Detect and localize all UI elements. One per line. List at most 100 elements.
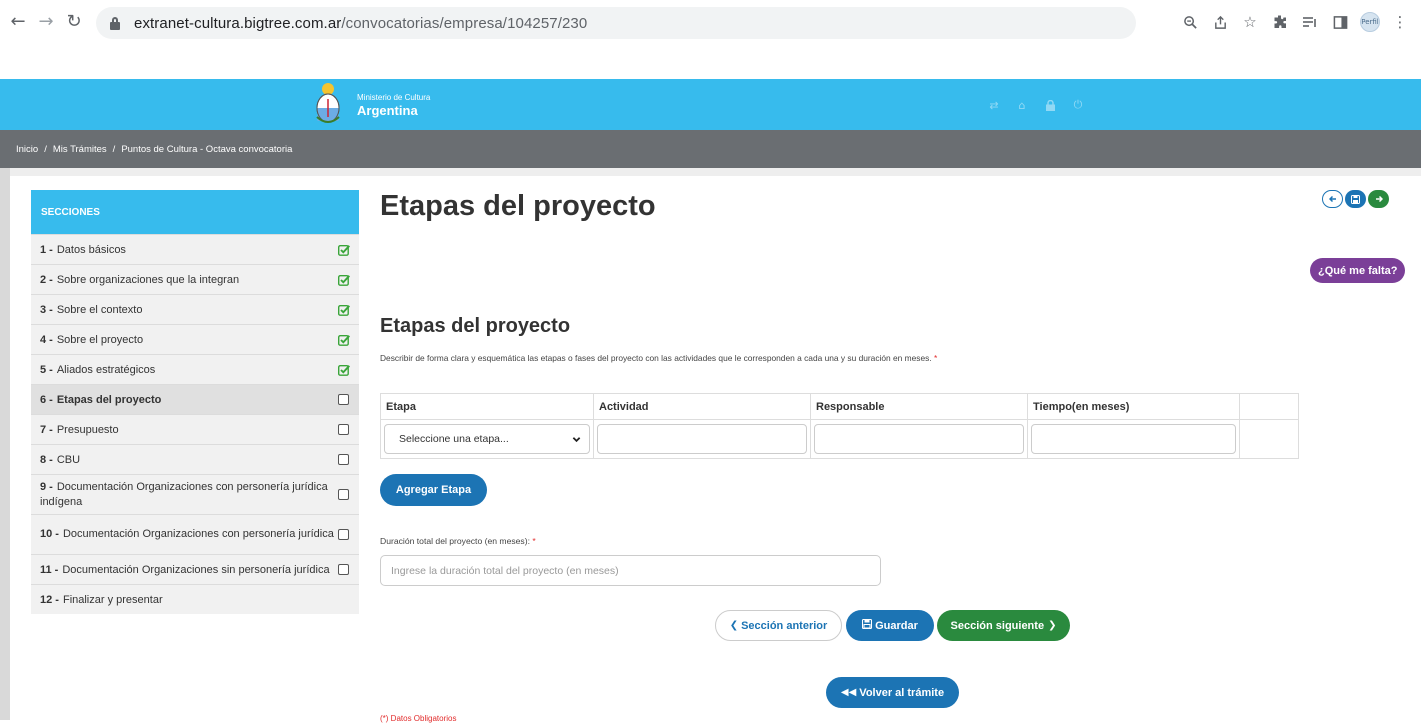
save-button[interactable]: Guardar bbox=[846, 610, 934, 641]
power-icon[interactable]: ⏻ bbox=[1071, 98, 1085, 112]
back-arrow-icon[interactable]: ← bbox=[8, 11, 28, 32]
sidebar-item[interactable]: 10 - Documentación Organizaciones con per… bbox=[31, 514, 359, 554]
sidebar-item-number: 11 - bbox=[40, 563, 59, 576]
column-actividad: Actividad bbox=[593, 393, 811, 420]
breadcrumb-separator: / bbox=[44, 143, 47, 155]
sidebar-item-label: Presupuesto bbox=[56, 423, 119, 436]
zoom-icon[interactable] bbox=[1175, 11, 1205, 33]
duration-input[interactable]: Ingrese la duración total del proyecto (… bbox=[380, 555, 881, 586]
country-name: Argentina bbox=[357, 103, 418, 118]
sidebar-item-number: 10 - bbox=[40, 528, 59, 540]
table-row: Seleccione una etapa... bbox=[380, 419, 1299, 459]
sidebar-item[interactable]: 12 - Finalizar y presentar bbox=[31, 584, 359, 614]
sidebar-item-label: Sobre el contexto bbox=[56, 303, 143, 316]
actions-cell bbox=[1239, 419, 1299, 459]
responsable-cell bbox=[810, 419, 1028, 459]
required-mark: * bbox=[934, 353, 938, 363]
switch-icon[interactable]: ⇄ bbox=[987, 98, 1001, 112]
sidebar-item-number: 7 - bbox=[40, 423, 53, 436]
sidebar-item-label: Sobre organizaciones que la integran bbox=[56, 273, 240, 286]
sidebar-item[interactable]: 9 - Documentación Organizaciones con pers… bbox=[31, 474, 359, 514]
duration-label: Duración total del proyecto (en meses): … bbox=[380, 536, 536, 546]
sidebar-item[interactable]: 11 - Documentación Organizaciones sin per… bbox=[31, 554, 359, 584]
sidebar-item-text: 6 - Etapas del proyecto bbox=[40, 394, 161, 406]
sidebar-item[interactable]: 7 - Presupuesto bbox=[31, 414, 359, 444]
address-bar[interactable]: extranet-cultura.bigtree.com.ar/convocat… bbox=[96, 7, 1136, 39]
lock-icon[interactable] bbox=[108, 16, 122, 30]
sidebar-item-text: 7 - Presupuesto bbox=[40, 424, 119, 436]
sidebar-item-label: Documentación Organizaciones sin persone… bbox=[62, 563, 330, 576]
description-text: Describir de forma clara y esquemática l… bbox=[380, 353, 932, 363]
sections-sidebar: SECCIONES 1 - Datos básicos 2 - Sobre organ… bbox=[31, 190, 359, 614]
site-header: Ministerio de Cultura Argentina ⇄ ⌂ ⏻ bbox=[0, 79, 1421, 130]
sidebar-item-label: CBU bbox=[56, 453, 81, 466]
column-responsable: Responsable bbox=[810, 393, 1028, 420]
actividad-input[interactable] bbox=[597, 424, 807, 454]
sidebar-item[interactable]: 8 - CBU bbox=[31, 444, 359, 474]
ministry-name: Ministerio de Cultura bbox=[357, 93, 431, 102]
checkbox-checked-icon bbox=[338, 364, 350, 376]
previous-section-label: Sección anterior bbox=[741, 619, 828, 632]
sidebar-item[interactable]: 5 - Aliados estratégicos bbox=[31, 354, 359, 384]
sidebar-item[interactable]: 3 - Sobre el contexto bbox=[31, 294, 359, 324]
reading-list-icon[interactable] bbox=[1295, 11, 1325, 33]
checkbox-checked-icon bbox=[338, 334, 350, 346]
breadcrumb-home[interactable]: Inicio bbox=[16, 144, 38, 155]
sidebar-item-text: 12 - Finalizar y presentar bbox=[40, 594, 163, 606]
save-icon-button[interactable] bbox=[1345, 190, 1366, 208]
extensions-icon[interactable] bbox=[1265, 11, 1295, 33]
sidebar-item-number: 6 - bbox=[40, 393, 53, 406]
sidebar-list: 1 - Datos básicos 2 - Sobre organizaciones … bbox=[31, 234, 359, 614]
checkbox-empty-icon bbox=[338, 564, 349, 575]
column-etapa: Etapa bbox=[380, 393, 594, 420]
sidebar-item-text: 5 - Aliados estratégicos bbox=[40, 364, 155, 376]
back-to-tramite-label: Volver al trámite bbox=[859, 686, 945, 699]
lock-icon[interactable] bbox=[1043, 98, 1057, 112]
menu-dots-icon[interactable]: ⋮ bbox=[1385, 11, 1415, 33]
sidebar-item[interactable]: 4 - Sobre el proyecto bbox=[31, 324, 359, 354]
home-icon[interactable]: ⌂ bbox=[1015, 98, 1029, 112]
sidebar-item-text: 1 - Datos básicos bbox=[40, 244, 126, 256]
reload-icon[interactable]: ↻ bbox=[64, 11, 84, 32]
next-section-icon-button[interactable] bbox=[1368, 190, 1389, 208]
share-icon[interactable] bbox=[1205, 11, 1235, 33]
checkbox-empty-icon bbox=[338, 424, 349, 435]
sidebar-item-label: Documentación Organizaciones con persone… bbox=[62, 528, 334, 540]
coat-of-arms-icon bbox=[316, 83, 340, 123]
sidebar-item-number: 2 - bbox=[40, 273, 53, 286]
side-panel-icon[interactable] bbox=[1325, 11, 1355, 33]
sidebar-item[interactable]: 6 - Etapas del proyecto bbox=[31, 384, 359, 414]
browser-actions: ☆ Perfil ⋮ bbox=[1175, 11, 1415, 33]
checkbox-checked-icon bbox=[338, 274, 350, 286]
que-me-falta-button[interactable]: ¿Qué me falta? bbox=[1310, 258, 1406, 283]
actividad-cell bbox=[593, 419, 811, 459]
sidebar-item[interactable]: 1 - Datos básicos bbox=[31, 234, 359, 264]
back-to-tramite-button[interactable]: ◀◀ Volver al trámite bbox=[826, 677, 959, 708]
etapa-select[interactable]: Seleccione una etapa... bbox=[384, 424, 590, 454]
sidebar-item-label: Sobre el proyecto bbox=[56, 333, 144, 346]
previous-section-icon-button[interactable] bbox=[1322, 190, 1343, 208]
forward-arrow-icon[interactable]: → bbox=[36, 11, 56, 32]
checkbox-empty-icon bbox=[338, 454, 349, 465]
next-section-button[interactable]: Sección siguiente ❯ bbox=[937, 610, 1070, 641]
section-description: Describir de forma clara y esquemática l… bbox=[380, 353, 937, 363]
profile-avatar[interactable]: Perfil bbox=[1355, 11, 1385, 33]
profile-icon: Perfil bbox=[1360, 12, 1380, 32]
checkbox-empty-icon bbox=[338, 394, 349, 405]
breadcrumb-current[interactable]: Puntos de Cultura - Octava convocatoria bbox=[121, 144, 292, 155]
sidebar-item-label: Documentación Organizaciones con persone… bbox=[40, 480, 328, 508]
next-section-label: Sección siguiente bbox=[950, 619, 1045, 632]
bookmark-star-icon[interactable]: ☆ bbox=[1235, 11, 1265, 33]
breadcrumb-mis-tramites[interactable]: Mis Trámites bbox=[53, 144, 107, 155]
sidebar-item-number: 8 - bbox=[40, 453, 53, 466]
sidebar-item-label: Datos básicos bbox=[56, 243, 126, 256]
save-label: Guardar bbox=[875, 619, 918, 632]
tiempo-input[interactable] bbox=[1031, 424, 1236, 454]
responsable-input[interactable] bbox=[814, 424, 1024, 454]
sidebar-item[interactable]: 2 - Sobre organizaciones que la integran bbox=[31, 264, 359, 294]
sidebar-title: SECCIONES bbox=[31, 190, 359, 234]
etapa-select-value: Seleccione una etapa... bbox=[399, 433, 509, 445]
previous-section-button[interactable]: ❮ Sección anterior bbox=[715, 610, 842, 641]
add-etapa-button[interactable]: Agregar Etapa bbox=[380, 474, 487, 506]
checkbox-checked-icon bbox=[338, 244, 350, 256]
